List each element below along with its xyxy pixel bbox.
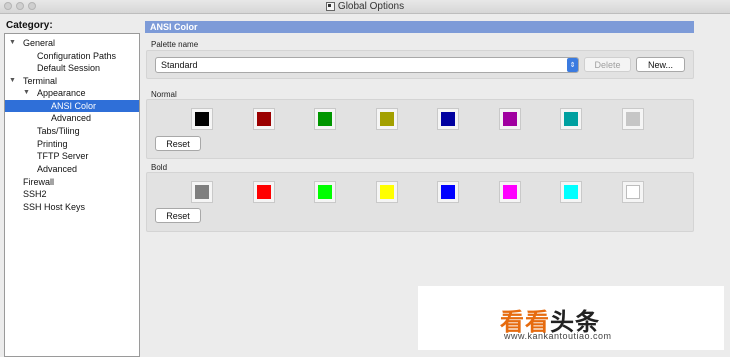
new-palette-button[interactable]: New... — [636, 57, 685, 72]
normal-color-swatch[interactable] — [314, 108, 336, 130]
tree-item-label: TFTP Server — [37, 151, 89, 161]
tree-item-default-session[interactable]: Default Session — [5, 62, 139, 74]
watermark-url: www.kankantoutiao.com — [504, 331, 612, 341]
tree-item-label: Tabs/Tiling — [37, 126, 80, 136]
category-tree[interactable]: ▼ General Configuration Paths Default Se… — [4, 33, 140, 357]
tree-item-ssh2[interactable]: SSH2 — [5, 188, 139, 200]
tree-item-ansi-color[interactable]: ANSI Color — [5, 100, 139, 112]
tree-item-label: Advanced — [51, 113, 92, 123]
swatch-fill — [441, 185, 455, 199]
watermark: 看看头条 www.kankantoutiao.com — [418, 286, 724, 350]
tree-item-label: Printing — [37, 139, 68, 149]
bold-color-swatch[interactable] — [376, 181, 398, 203]
palette-select-value: Standard — [161, 60, 198, 70]
swatch-fill — [626, 112, 640, 126]
tree-item-printing[interactable]: Printing — [5, 138, 139, 150]
swatch-fill — [318, 112, 332, 126]
swatch-fill — [257, 185, 271, 199]
normal-color-swatch[interactable] — [622, 108, 644, 130]
normal-color-swatch[interactable] — [437, 108, 459, 130]
tree-item-configuration-paths[interactable]: Configuration Paths — [5, 50, 139, 62]
tree-item-tabs-tiling[interactable]: Tabs/Tiling — [5, 125, 139, 137]
disclosure-expanded-icon[interactable]: ▼ — [9, 37, 16, 49]
bold-color-swatch[interactable] — [622, 181, 644, 203]
tree-item-label: SSH2 — [23, 189, 47, 199]
tree-item-label: Terminal — [23, 76, 58, 86]
bold-color-swatch[interactable] — [437, 181, 459, 203]
bold-color-swatch[interactable] — [560, 181, 582, 203]
swatch-fill — [503, 112, 517, 126]
disclosure-expanded-icon[interactable]: ▼ — [23, 87, 30, 99]
normal-color-swatch[interactable] — [499, 108, 521, 130]
swatch-fill — [626, 185, 640, 199]
tree-item-general[interactable]: ▼ General — [5, 37, 139, 49]
swatch-fill — [564, 112, 578, 126]
title-bar: Global Options — [0, 0, 730, 14]
tree-item-label: ANSI Color — [51, 101, 97, 111]
swatch-fill — [195, 185, 209, 199]
normal-color-swatch[interactable] — [253, 108, 275, 130]
normal-color-swatch[interactable] — [191, 108, 213, 130]
window-title-group: Global Options — [0, 0, 730, 13]
swatch-fill — [503, 185, 517, 199]
swatch-fill — [441, 112, 455, 126]
palette-select[interactable]: Standard ⇕ — [155, 57, 579, 73]
bold-color-swatch[interactable] — [499, 181, 521, 203]
bold-color-swatch[interactable] — [253, 181, 275, 203]
normal-color-swatch[interactable] — [376, 108, 398, 130]
tree-item-label: Advanced — [37, 164, 78, 174]
tree-item-label: Appearance — [37, 88, 86, 98]
panel-title: ANSI Color — [145, 21, 694, 33]
tree-item-label: Configuration Paths — [37, 51, 117, 61]
select-arrows-icon[interactable]: ⇕ — [567, 58, 578, 72]
category-label: Category: — [6, 20, 53, 31]
normal-reset-button[interactable]: Reset — [155, 136, 201, 151]
tree-item-firewall[interactable]: Firewall — [5, 176, 139, 188]
bold-label: Bold — [151, 163, 168, 172]
tree-item-label: Firewall — [23, 177, 55, 187]
tree-item-terminal-advanced[interactable]: Advanced — [5, 163, 139, 175]
swatch-fill — [380, 112, 394, 126]
normal-colors-group — [146, 99, 694, 159]
window-title: Global Options — [337, 1, 405, 12]
swatch-fill — [318, 185, 332, 199]
swatch-fill — [257, 112, 271, 126]
swatch-fill — [564, 185, 578, 199]
palette-name-label: Palette name — [151, 40, 199, 49]
bold-colors-group — [146, 172, 694, 232]
normal-label: Normal — [151, 90, 177, 99]
swatch-fill — [380, 185, 394, 199]
tree-item-label: SSH Host Keys — [23, 202, 86, 212]
bold-color-swatch[interactable] — [191, 181, 213, 203]
tree-item-terminal[interactable]: ▼ Terminal — [5, 75, 139, 87]
delete-button[interactable]: Delete — [584, 57, 631, 72]
tree-item-label: General — [23, 38, 56, 48]
bold-color-swatch[interactable] — [314, 181, 336, 203]
app-icon — [325, 2, 335, 11]
tree-item-appearance[interactable]: ▼ Appearance — [5, 87, 139, 99]
swatch-fill — [195, 112, 209, 126]
tree-item-ssh-host-keys[interactable]: SSH Host Keys — [5, 201, 139, 213]
tree-item-appearance-advanced[interactable]: Advanced — [5, 112, 139, 124]
bold-reset-button[interactable]: Reset — [155, 208, 201, 223]
tree-item-tftp-server[interactable]: TFTP Server — [5, 150, 139, 162]
normal-color-swatch[interactable] — [560, 108, 582, 130]
tree-item-label: Default Session — [37, 63, 101, 73]
disclosure-expanded-icon[interactable]: ▼ — [9, 75, 16, 87]
